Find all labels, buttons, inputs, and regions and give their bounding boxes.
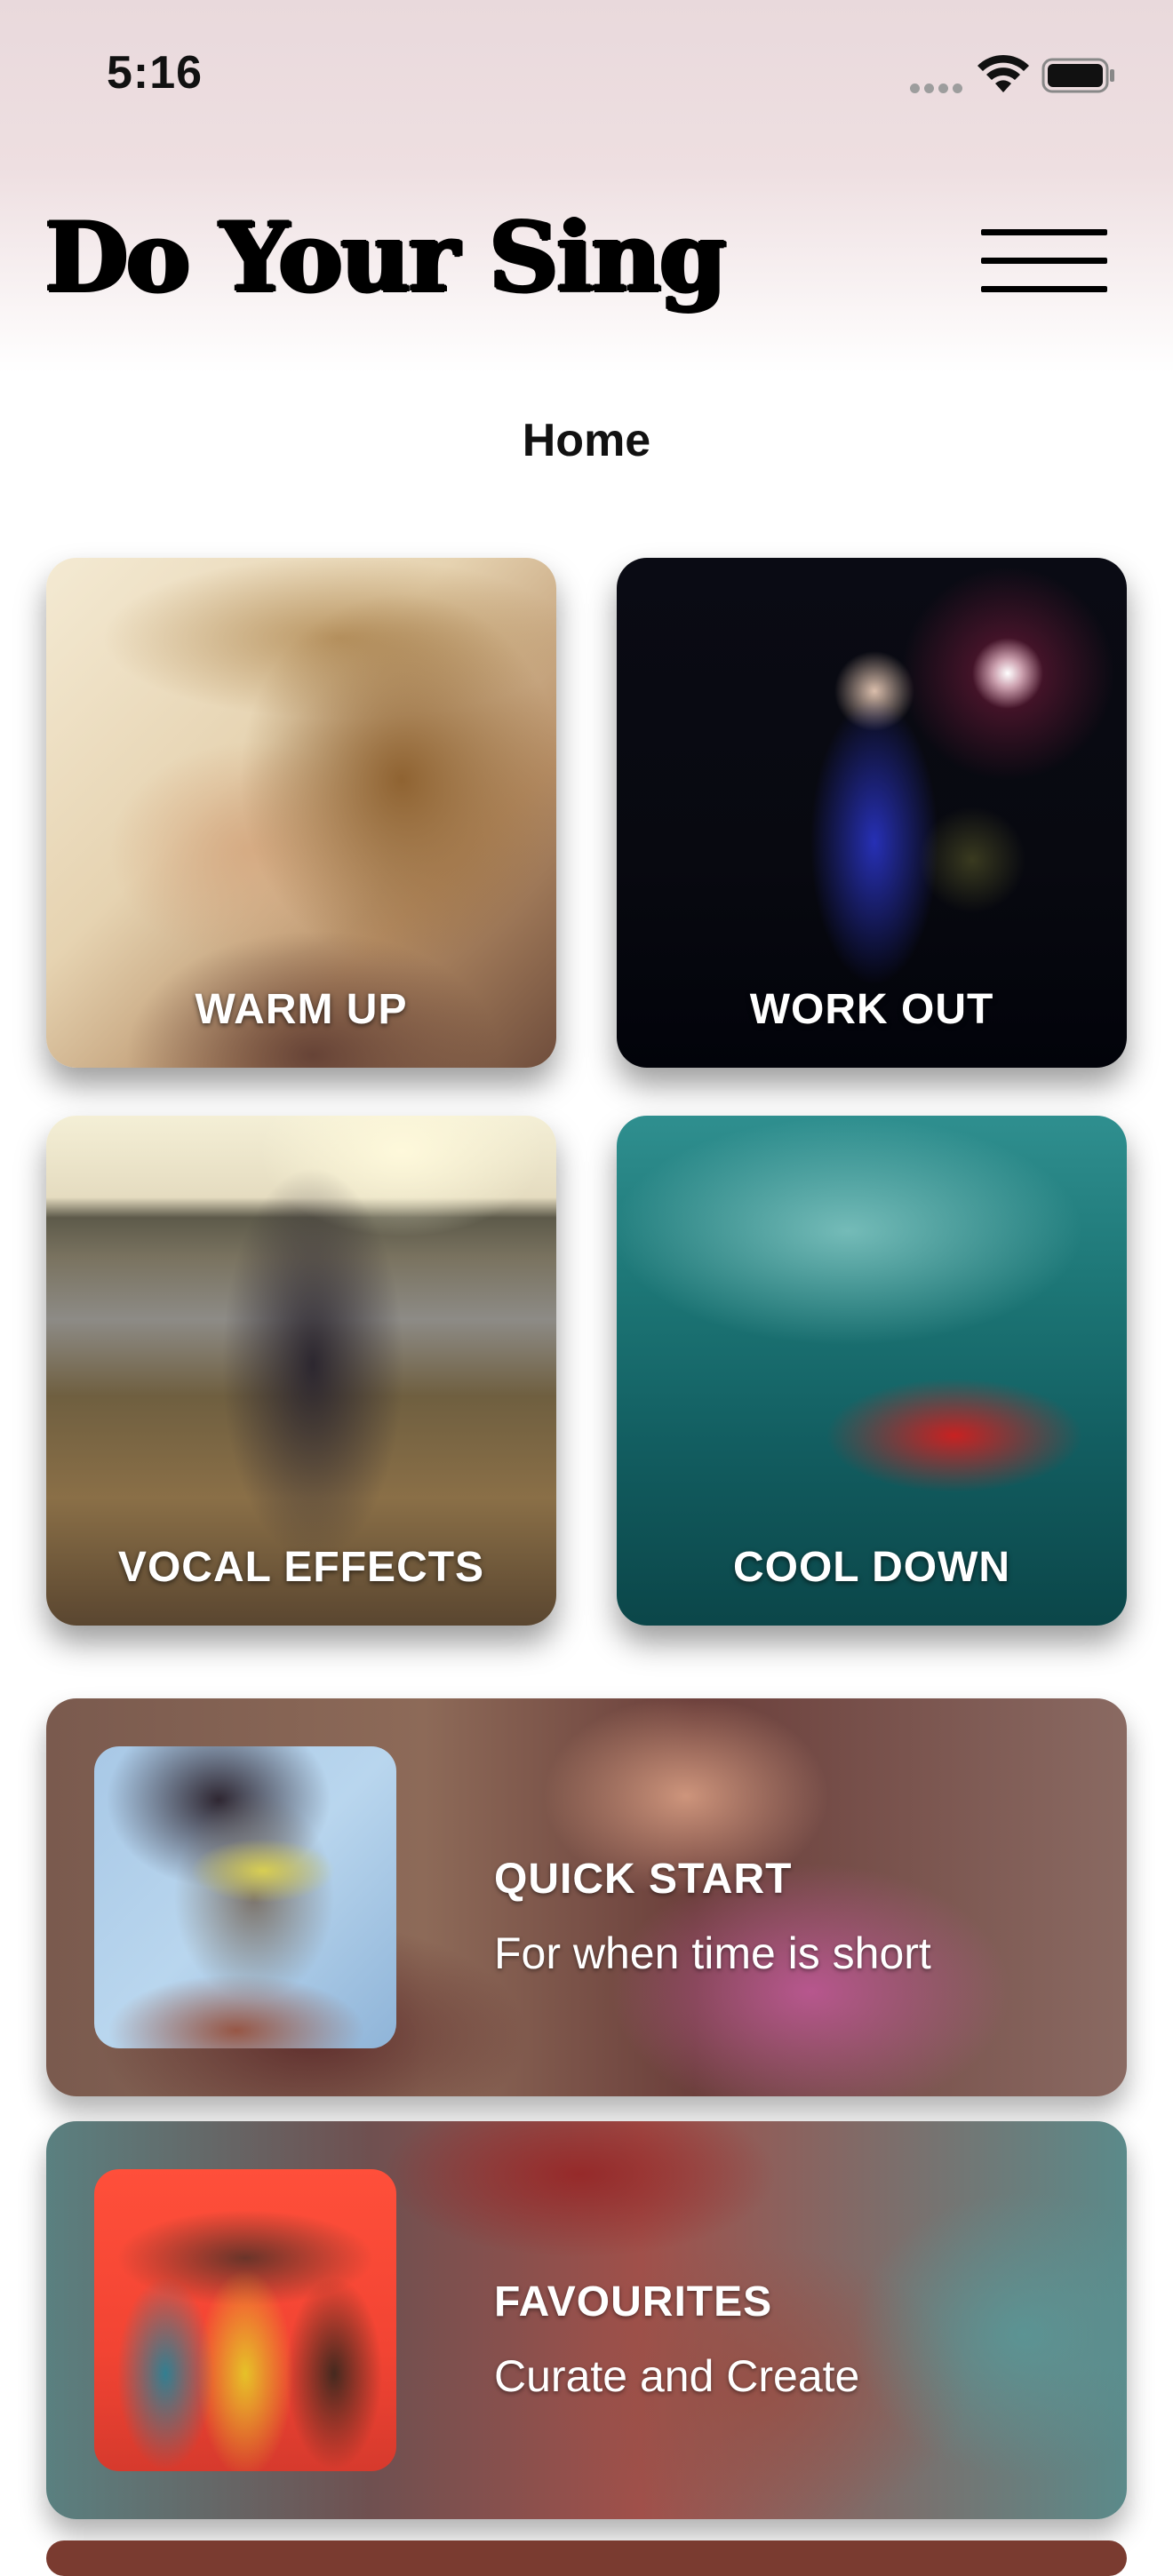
vocal-effects-label: VOCAL EFFECTS <box>117 1544 485 1591</box>
cool-down-label: COOL DOWN <box>732 1544 1011 1591</box>
warm-up-label: WARM UP <box>195 986 408 1033</box>
vocal-effects-tile[interactable]: VOCAL EFFECTS <box>46 1116 556 1626</box>
status-bar: 5:16 <box>0 0 1173 151</box>
battery-icon <box>1041 58 1114 93</box>
quick-start-title: QUICK START <box>494 1856 793 1903</box>
next-banner-edge[interactable] <box>46 2540 1127 2576</box>
favourites-banner[interactable]: FAVOURITES Curate and Create <box>46 2121 1127 2519</box>
hamburger-menu-icon[interactable] <box>978 222 1111 302</box>
cellular-dots-icon <box>910 83 963 94</box>
quick-start-thumbnail <box>94 1746 396 2048</box>
quick-start-banner[interactable]: QUICK START For when time is short <box>46 1698 1127 2096</box>
quick-start-subtitle: For when time is short <box>494 1928 931 1978</box>
warm-up-tile[interactable]: WARM UP <box>46 558 556 1068</box>
status-time: 5:16 <box>107 47 203 99</box>
wifi-icon <box>978 54 1029 92</box>
favourites-thumbnail <box>94 2169 396 2471</box>
app-title: Do Your Sing <box>44 202 726 314</box>
work-out-tile[interactable]: WORK OUT <box>617 558 1127 1068</box>
cool-down-tile[interactable]: COOL DOWN <box>617 1116 1127 1626</box>
page-title: Home <box>522 415 651 466</box>
work-out-label: WORK OUT <box>749 986 994 1033</box>
favourites-subtitle: Curate and Create <box>494 2351 860 2401</box>
favourites-title: FAVOURITES <box>494 2278 773 2326</box>
